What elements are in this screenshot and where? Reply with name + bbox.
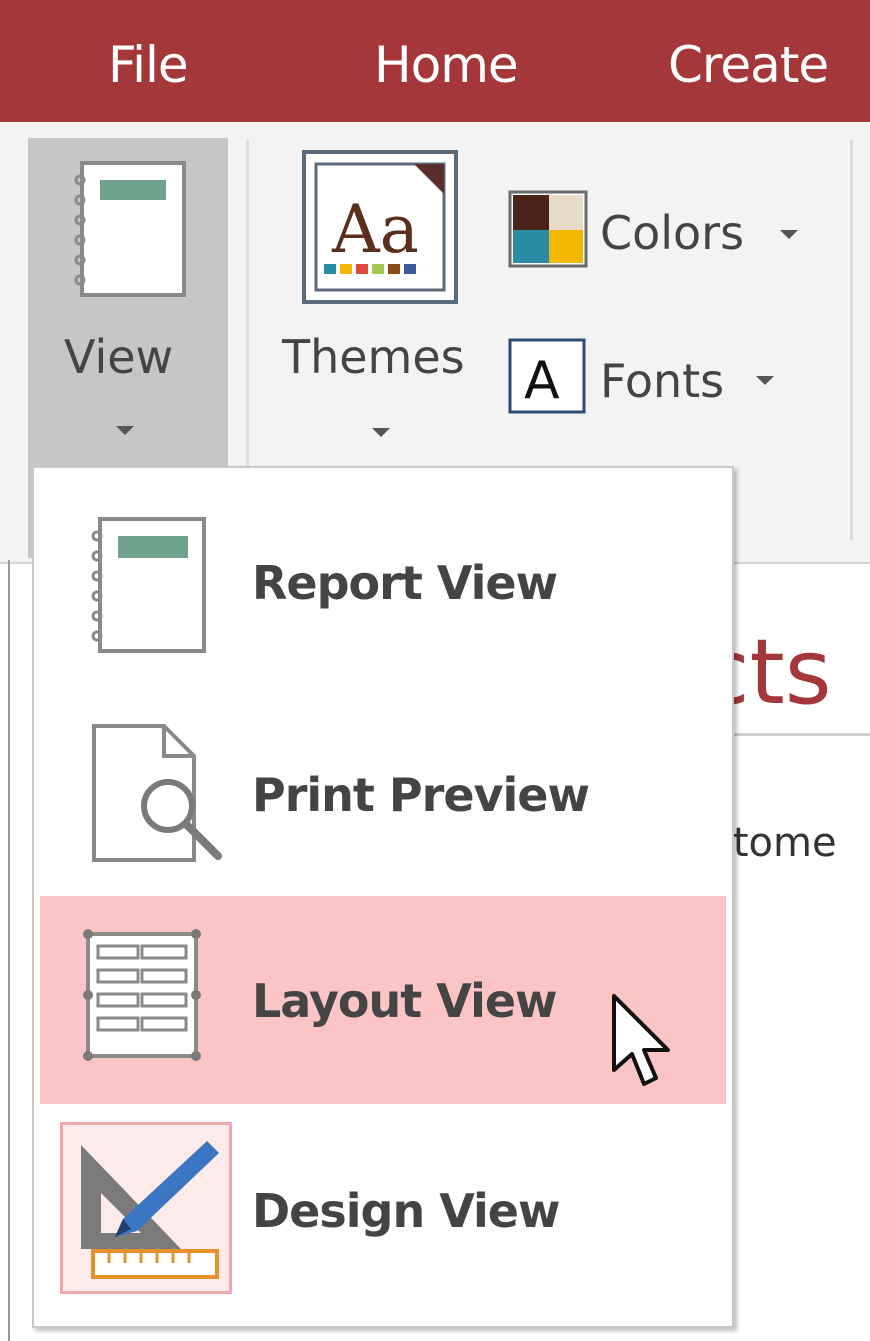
themes-label: Themes xyxy=(282,330,465,384)
svg-text:Aa: Aa xyxy=(331,191,419,268)
report-view-icon xyxy=(74,161,186,297)
fonts-label: Fonts xyxy=(600,354,725,408)
design-view-icon-frame xyxy=(60,1122,232,1294)
view-dropdown-menu: Report View Print Preview Layout View De… xyxy=(32,466,734,1328)
chevron-down-icon[interactable] xyxy=(756,376,774,385)
themes-button[interactable]: Aa xyxy=(302,150,460,306)
menu-item-design-view[interactable]: Design View xyxy=(40,1108,726,1316)
menu-item-label: Report View xyxy=(252,556,558,610)
group-divider xyxy=(850,140,853,540)
view-button-label: View xyxy=(64,330,174,384)
svg-text:A: A xyxy=(524,351,560,411)
tab-create[interactable]: Create xyxy=(668,36,829,94)
print-preview-icon xyxy=(92,724,222,862)
layout-view-icon xyxy=(83,929,201,1061)
document-border xyxy=(8,560,10,1341)
chevron-down-icon[interactable] xyxy=(780,230,798,239)
menu-item-label: Design View xyxy=(252,1184,560,1238)
colors-label: Colors xyxy=(600,206,745,260)
mouse-cursor-icon xyxy=(612,994,670,1086)
tab-file[interactable]: File xyxy=(108,36,189,94)
design-view-icon xyxy=(81,1141,219,1279)
report-view-icon xyxy=(91,517,206,653)
menu-item-label: Layout View xyxy=(252,974,558,1028)
menu-item-print-preview[interactable]: Print Preview xyxy=(40,692,726,900)
colors-palette-icon xyxy=(508,190,588,268)
ribbon-tab-bar: File Home Create xyxy=(0,0,870,122)
menu-item-layout-view[interactable]: Layout View xyxy=(40,896,726,1104)
menu-item-label: Print Preview xyxy=(252,768,590,822)
tab-home[interactable]: Home xyxy=(374,36,519,94)
fonts-icon: A xyxy=(508,338,586,414)
chevron-down-icon[interactable] xyxy=(116,426,134,435)
chevron-down-icon[interactable] xyxy=(372,428,390,437)
themes-icon: Aa xyxy=(302,150,458,304)
menu-item-report-view[interactable]: Report View xyxy=(40,482,726,690)
